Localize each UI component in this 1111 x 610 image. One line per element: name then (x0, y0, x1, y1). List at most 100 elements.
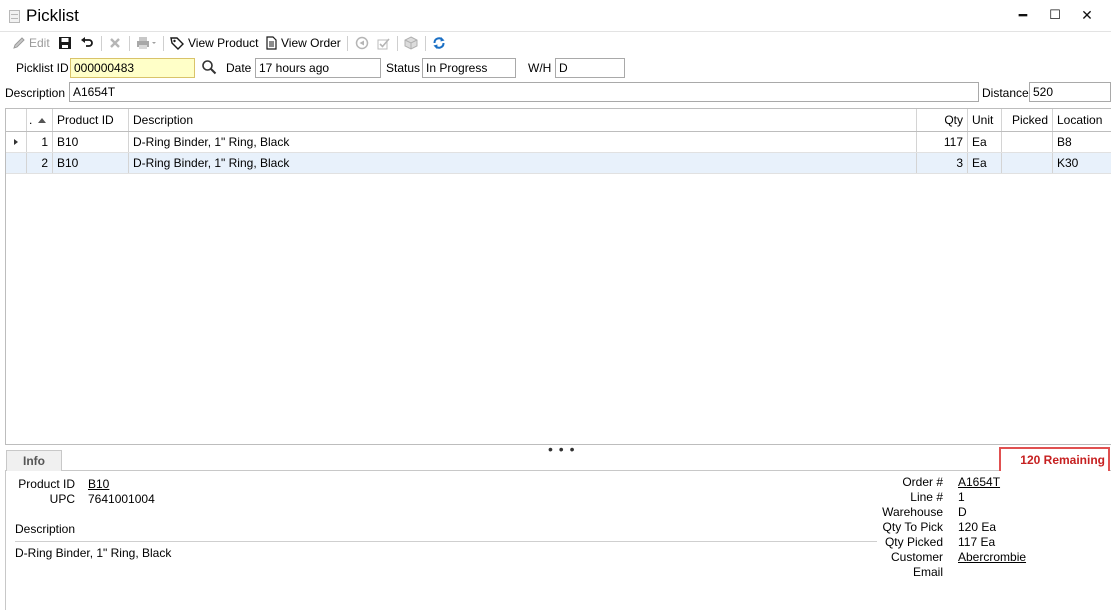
column-header-description[interactable]: Description (129, 109, 917, 131)
warehouse-label: W/H (528, 61, 552, 75)
info-line-value: 1 (958, 490, 965, 504)
distance-label: Distance (982, 86, 1029, 100)
print-button[interactable] (136, 34, 158, 52)
view-order-button[interactable]: View Order (265, 34, 341, 52)
cell-location: B8 (1057, 135, 1072, 149)
current-row-arrow-icon (14, 139, 18, 145)
row-indicator-header (6, 109, 27, 131)
info-qty-picked-value: 117 Ea (958, 535, 996, 549)
toolbar-separator (129, 36, 130, 51)
row-indicator (6, 132, 27, 152)
cell-unit: Ea (968, 132, 1002, 152)
cell-unit: Ea (968, 153, 1002, 173)
info-customer-link[interactable]: Abercrombie (958, 550, 1026, 564)
refresh-icon (433, 37, 445, 49)
toolbar-separator (425, 36, 426, 51)
info-warehouse-label: Warehouse (882, 505, 943, 519)
column-header-picked[interactable]: Picked (1002, 109, 1053, 131)
search-icon (202, 60, 217, 75)
cell-description: D-Ring Binder, 1" Ring, Black (129, 132, 917, 152)
picklist-id-field[interactable]: 000000483 (70, 58, 195, 78)
picklist-id-label: Picklist ID (16, 61, 69, 75)
description-field[interactable]: A1654T (69, 82, 979, 102)
save-icon (59, 37, 71, 49)
remaining-badge: 120 Remaining (999, 447, 1110, 473)
distance-field[interactable]: 520 (1029, 82, 1111, 102)
toolbar-separator (101, 36, 102, 51)
status-field[interactable]: In Progress (422, 58, 516, 78)
info-description-value: D-Ring Binder, 1" Ring, Black (15, 546, 172, 560)
check-pencil-icon (377, 38, 390, 50)
tab-info[interactable]: Info (6, 450, 62, 472)
info-product-id-label: Product ID (18, 477, 75, 491)
cell-picked[interactable] (1002, 132, 1053, 152)
toolbar-separator (347, 36, 348, 51)
toolbar-separator (397, 36, 398, 51)
printer-icon (137, 37, 156, 49)
column-header-unit[interactable]: Unit (968, 109, 1002, 131)
info-warehouse-value: D (958, 505, 967, 519)
date-field[interactable]: 17 hours ago (255, 58, 381, 78)
info-customer-label: Customer (890, 550, 943, 564)
picklist-grid: . Product ID Description Qty Unit Picked… (5, 108, 1111, 445)
column-header-qty[interactable]: Qty (917, 109, 968, 131)
info-product-id-link[interactable]: B10 (88, 477, 109, 491)
date-label: Date (226, 61, 252, 75)
table-row[interactable]: 1 B10 D-Ring Binder, 1" Ring, Black 117 … (6, 132, 1111, 153)
toolbar: Edit View Product View Order (0, 32, 1111, 54)
info-upc-label: UPC (49, 492, 75, 506)
cell-num: 2 (27, 153, 53, 173)
delete-icon (110, 38, 120, 48)
column-header-num[interactable]: . (27, 109, 53, 131)
approve-button[interactable] (377, 34, 391, 52)
info-tab-strip (5, 449, 1111, 471)
info-qty-to-pick-label: Qty To Pick (882, 520, 943, 534)
view-product-button[interactable]: View Product (170, 34, 258, 52)
description-divider (15, 541, 877, 542)
cell-product-id: B10 (53, 132, 129, 152)
undo-icon (81, 37, 93, 47)
app-icon (9, 10, 20, 23)
info-email-label: Email (912, 565, 943, 579)
save-button[interactable] (58, 34, 72, 52)
grid-header: . Product ID Description Qty Unit Picked… (6, 109, 1111, 132)
status-label: Status (386, 61, 421, 75)
window-title: Picklist (26, 6, 79, 25)
cell-qty: 117 (917, 132, 968, 152)
pencil-icon (13, 37, 25, 49)
edit-button[interactable]: Edit (12, 34, 50, 52)
close-button[interactable]: ✕ (1072, 4, 1102, 26)
info-order-label: Order # (902, 475, 943, 489)
cell-description: D-Ring Binder, 1" Ring, Black (129, 153, 917, 173)
box-icon (404, 36, 418, 50)
info-order-link[interactable]: A1654T (958, 475, 1000, 489)
cell-location: K30 (1057, 156, 1079, 170)
description-label: Description (5, 86, 66, 100)
info-line-label: Line # (910, 490, 943, 504)
table-row[interactable]: 2 B10 D-Ring Binder, 1" Ring, Black 3 Ea… (6, 153, 1111, 174)
row-indicator (6, 153, 27, 173)
delete-button[interactable] (108, 34, 122, 52)
cell-picked[interactable] (1002, 153, 1053, 173)
sort-ascending-icon (37, 117, 46, 123)
search-button[interactable] (201, 59, 217, 78)
info-panel: Product ID B10 UPC 7641001004 Descriptio… (5, 471, 1111, 610)
refresh-button[interactable] (432, 34, 446, 52)
cell-qty: 3 (917, 153, 968, 173)
column-header-location[interactable]: Location (1053, 109, 1111, 131)
document-icon (266, 36, 277, 50)
maximize-button[interactable]: ☐ (1040, 4, 1070, 26)
cell-product-id: B10 (53, 153, 129, 173)
cancel-pick-button[interactable] (355, 34, 369, 52)
info-qty-to-pick-value: 120 Ea (958, 520, 997, 534)
warehouse-field[interactable]: D (555, 58, 625, 78)
undo-button[interactable] (80, 34, 94, 52)
info-upc-value: 7641001004 (88, 492, 155, 506)
tag-icon (170, 37, 184, 50)
info-qty-picked-label: Qty Picked (884, 535, 943, 549)
column-header-product-id[interactable]: Product ID (53, 109, 129, 131)
package-button[interactable] (404, 34, 418, 52)
info-description-label: Description (15, 522, 76, 536)
minimize-button[interactable]: ━ (1008, 4, 1038, 26)
toolbar-separator (163, 36, 164, 51)
